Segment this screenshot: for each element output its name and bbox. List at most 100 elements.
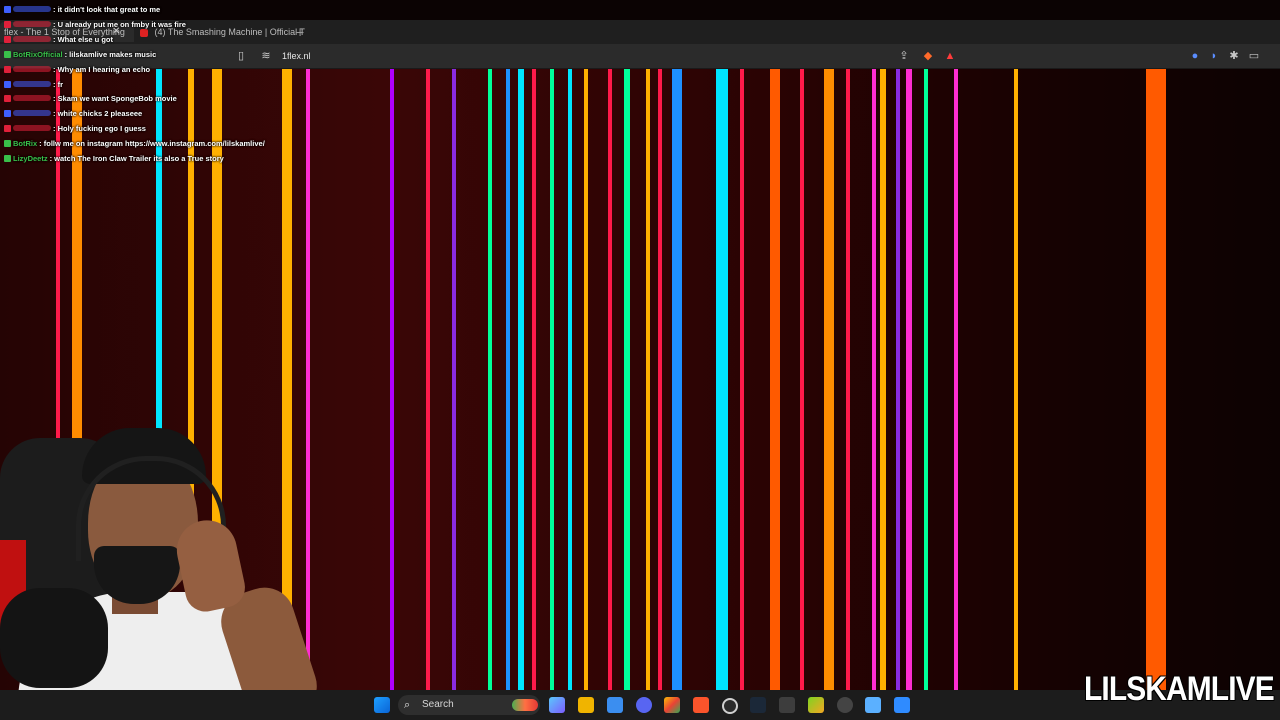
steam-icon[interactable] — [750, 697, 766, 713]
chat-message: : it didn't look that great to me — [4, 3, 160, 17]
search-label: Search — [422, 699, 454, 710]
share-icon[interactable]: ⇪ — [896, 48, 912, 64]
bookmark-icon[interactable]: ▯ — [233, 48, 249, 64]
chat-message: : What else u got — [4, 33, 113, 47]
chat-username-hidden — [13, 110, 51, 117]
photos-icon[interactable] — [894, 697, 910, 713]
4k-icon[interactable] — [837, 697, 853, 713]
color-stripe — [646, 69, 650, 690]
chat-username-hidden — [13, 20, 51, 27]
channel-watermark: LILSKAMLIVE — [1084, 670, 1275, 708]
address-bar[interactable]: 1flex.nl — [282, 44, 311, 68]
chat-username-hidden — [13, 35, 51, 42]
chat-text: : What else u got — [53, 34, 113, 44]
copilot-icon[interactable] — [549, 697, 565, 713]
chat-text: : Why am I hearing an echo — [53, 64, 151, 74]
color-stripe — [716, 69, 728, 690]
chat-badge-icon — [4, 35, 11, 43]
windows-start-icon[interactable] — [374, 697, 390, 713]
color-stripe — [824, 69, 834, 690]
chat-badge-icon — [4, 6, 11, 13]
discord-icon[interactable] — [636, 697, 652, 713]
chat-badge-icon — [4, 65, 11, 73]
color-stripe — [896, 69, 900, 690]
color-stripe — [800, 69, 804, 690]
color-stripe — [488, 69, 492, 690]
chat-username-hidden — [13, 125, 51, 132]
chat-message: : Why am I hearing an echo — [4, 63, 150, 77]
color-stripe — [584, 69, 588, 690]
chat-username-hidden — [13, 65, 51, 72]
chat-badge-icon — [4, 140, 11, 148]
browser-tab-bar: flex - The 1 Stop of Everything ✕ (4) Th… — [0, 20, 1280, 44]
chat-username-hidden — [13, 6, 51, 12]
rewards-icon[interactable]: ▲ — [942, 48, 958, 64]
microphone — [0, 588, 108, 688]
chat-username-hidden — [13, 95, 51, 102]
color-stripe — [1146, 69, 1166, 690]
chat-badge-icon — [4, 125, 11, 133]
chat-username: BotRixOfficial — [13, 49, 63, 59]
audio-icon[interactable]: ◗ — [1206, 48, 1222, 64]
chat-badge-icon — [4, 95, 11, 103]
color-stripe — [658, 69, 662, 690]
chrome-icon[interactable] — [664, 697, 680, 713]
sidebar-icon[interactable]: ▭ — [1246, 48, 1262, 64]
color-stripe — [568, 69, 572, 690]
chat-text: : it didn't look that great to me — [53, 5, 161, 14]
vpn-icon[interactable]: ● — [1187, 48, 1203, 64]
color-stripe — [924, 69, 928, 690]
screen: flex - The 1 Stop of Everything ✕ (4) Th… — [0, 0, 1280, 720]
color-stripe — [608, 69, 612, 690]
chat-badge-icon — [4, 80, 11, 88]
obs-icon[interactable] — [722, 698, 738, 714]
webcam-overlay — [0, 420, 320, 720]
color-stripe — [906, 69, 912, 690]
color-stripe — [872, 69, 876, 690]
chat-text: : Holy fucking ego I guess — [53, 124, 146, 134]
color-stripe — [390, 69, 394, 690]
color-stripe — [532, 69, 536, 690]
notepad-icon[interactable] — [865, 697, 881, 713]
color-stripe — [426, 69, 430, 690]
pepper-icon — [512, 699, 538, 711]
chat-text: : Skam we want SpongeBob movie — [53, 94, 177, 104]
color-stripe — [506, 69, 510, 690]
chat-message: BotRix: follw me on instagram https://ww… — [4, 137, 265, 151]
color-stripe — [518, 69, 524, 690]
chat-text: : follw me on instagram https://www.inst… — [39, 139, 265, 149]
chat-text: : lilskamlive makes music — [64, 49, 157, 59]
chat-badge-icon — [4, 155, 11, 162]
chat-message: : white chicks 2 pleaseee — [4, 107, 142, 121]
store-icon[interactable] — [607, 697, 623, 713]
chat-message: : fr — [4, 78, 63, 92]
chat-message: : U already put me on fmby it was fire — [4, 18, 186, 32]
color-stripe — [954, 69, 958, 690]
new-tab-icon[interactable]: + — [296, 20, 304, 44]
chat-username: BotRix — [13, 139, 38, 149]
extensions-icon[interactable]: ✱ — [1226, 48, 1242, 64]
chat-message: BotRixOfficial: lilskamlive makes music — [4, 48, 156, 62]
chat-message: : Holy fucking ego I guess — [4, 122, 146, 136]
chat-text: : watch The Iron Claw Trailer its also a… — [49, 154, 224, 163]
file-explorer-icon[interactable] — [578, 697, 594, 713]
shield-icon[interactable]: ◆ — [920, 48, 936, 64]
chat-message: : Skam we want SpongeBob movie — [4, 92, 177, 106]
game-icon[interactable] — [808, 697, 824, 713]
chat-text: : white chicks 2 pleaseee — [53, 109, 143, 119]
color-stripe — [846, 69, 850, 690]
site-settings-icon[interactable]: ≋ — [258, 48, 274, 64]
app-icon[interactable] — [779, 697, 795, 713]
color-stripe — [740, 69, 744, 690]
browser-toolbar: ▯ ≋ 1flex.nl ⇪ ◆ ▲ ● ◗ ✱ ▭ — [0, 44, 1280, 69]
color-stripe — [550, 69, 554, 690]
chat-username-hidden — [13, 80, 51, 87]
chat-text: : U already put me on fmby it was fire — [53, 19, 186, 29]
color-stripe — [452, 69, 456, 690]
chat-badge-icon — [4, 50, 11, 58]
chat-badge-icon — [4, 110, 11, 118]
color-stripe — [880, 69, 886, 690]
color-stripe — [1014, 69, 1018, 690]
chat-username: LizyDeetz — [13, 154, 48, 163]
brave-icon[interactable] — [693, 697, 709, 713]
